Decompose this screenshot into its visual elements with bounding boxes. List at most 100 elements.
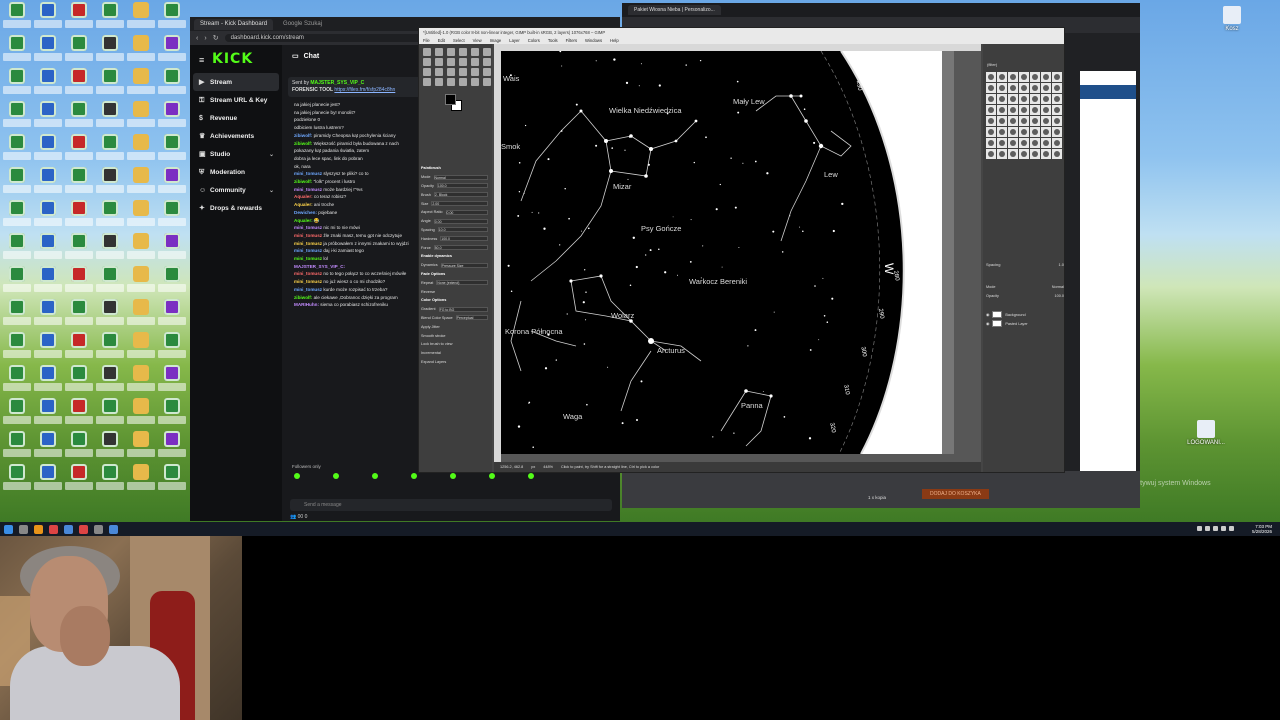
desktop-shortcut-icon[interactable]	[33, 2, 62, 35]
brush-preset[interactable]	[1052, 94, 1062, 104]
gimp-menu-item[interactable]: View	[473, 37, 482, 44]
gimp-menu-item[interactable]: Colors	[528, 37, 540, 44]
desktop-shortcut-icon[interactable]	[126, 398, 155, 431]
recycle-bin-icon[interactable]: Kosz	[1212, 6, 1252, 32]
gimp-tool-icon[interactable]	[435, 78, 443, 86]
brush-preset[interactable]	[1008, 127, 1018, 137]
desktop-shortcut-icon[interactable]	[64, 68, 93, 101]
desktop-shortcut-icon[interactable]	[33, 134, 62, 167]
brush-preset[interactable]	[997, 72, 1007, 82]
sidebar-item-community[interactable]: ☺ Community ⌄	[190, 181, 282, 199]
brush-preset[interactable]	[986, 116, 996, 126]
forward-icon[interactable]: ›	[204, 35, 206, 42]
gimp-tool-icon[interactable]	[447, 48, 455, 56]
tool-option-value[interactable]: 100.0	[440, 236, 488, 242]
desktop-shortcut-icon[interactable]	[95, 167, 124, 200]
pinned-link[interactable]: https://files.fm/f/sfp284c8hn	[334, 87, 395, 93]
desktop-shortcut-icon[interactable]	[95, 431, 124, 464]
chat-username[interactable]: zibiwolf:	[294, 295, 312, 300]
brush-preset[interactable]	[1041, 94, 1051, 104]
gimp-menu-item[interactable]: Tools	[548, 37, 558, 44]
brush-preset[interactable]	[997, 127, 1007, 137]
desktop-shortcut-icon[interactable]	[157, 35, 186, 68]
emote-icon[interactable]	[489, 473, 495, 479]
emote-icon[interactable]	[294, 473, 300, 479]
brush-preset[interactable]	[1030, 72, 1040, 82]
layer-item[interactable]: ◉ Background	[986, 310, 1064, 319]
chat-username[interactable]: Aqualer:	[294, 202, 313, 207]
kick-logo[interactable]: KICK	[212, 51, 282, 67]
desktop-shortcut-icon[interactable]	[95, 35, 124, 68]
brush-preset[interactable]	[1019, 149, 1029, 159]
desktop-shortcut-icon[interactable]	[95, 332, 124, 365]
chat-username[interactable]: zibiwolf:	[294, 133, 312, 138]
desktop-shortcut-icon[interactable]	[95, 2, 124, 35]
brush-preset[interactable]	[1030, 127, 1040, 137]
desktop-shortcut-icon[interactable]	[2, 35, 31, 68]
desktop-shortcut-icon[interactable]	[2, 431, 31, 464]
chat-input[interactable]: Send a message	[290, 499, 612, 511]
desktop-shortcut-icon[interactable]	[64, 464, 93, 497]
brush-preset[interactable]	[1052, 127, 1062, 137]
desktop-shortcut-icon[interactable]	[95, 365, 124, 398]
tab-kick-dashboard[interactable]: Stream - Kick Dashboard	[194, 18, 274, 30]
desktop-shortcut-icon[interactable]	[157, 398, 186, 431]
desktop-shortcut-icon[interactable]	[64, 266, 93, 299]
reload-icon[interactable]: ↻	[213, 34, 219, 42]
layer-opacity-field[interactable]: 100.0	[1054, 294, 1064, 298]
sidebar-item-studio[interactable]: ▣ Studio ⌄	[190, 145, 282, 163]
chat-username[interactable]: mini_tomusz	[294, 279, 322, 284]
desktop-shortcut-icon[interactable]	[64, 35, 93, 68]
desktop-shortcut-icon[interactable]	[126, 233, 155, 266]
desktop-shortcut-icon[interactable]	[33, 101, 62, 134]
desktop-shortcut-icon[interactable]	[33, 431, 62, 464]
chat-username[interactable]: mini_tomusz	[294, 225, 322, 230]
chat-username[interactable]: mini_tomusz	[294, 271, 322, 276]
desktop-shortcut-icon[interactable]	[64, 365, 93, 398]
brush-preset[interactable]	[1008, 116, 1018, 126]
desktop-shortcut-icon[interactable]	[33, 167, 62, 200]
desktop-shortcut-icon[interactable]	[33, 365, 62, 398]
tool-option-value[interactable]: 100.0	[436, 183, 488, 189]
desktop-shortcut-icon[interactable]	[33, 464, 62, 497]
desktop-shortcut-icon[interactable]	[126, 200, 155, 233]
brush-preset[interactable]	[1030, 116, 1040, 126]
desktop-shortcut-icon[interactable]	[157, 431, 186, 464]
desktop-shortcut-icon[interactable]	[157, 2, 186, 35]
gimp-tool-icon[interactable]	[471, 78, 479, 86]
gimp-tool-icon[interactable]	[435, 48, 443, 56]
sidebar-item-achievements[interactable]: ♛ Achievements	[190, 127, 282, 145]
gimp-menu-item[interactable]: File	[423, 37, 430, 44]
brush-preset[interactable]	[1030, 149, 1040, 159]
tool-option-value[interactable]: Pressure Size	[440, 262, 488, 268]
brush-preset[interactable]	[997, 149, 1007, 159]
brush-preset[interactable]	[1052, 72, 1062, 82]
sidebar-item-moderation[interactable]: ⛨ Moderation	[190, 163, 282, 181]
desktop-shortcut-icon[interactable]	[95, 398, 124, 431]
gimp-tool-icon[interactable]	[447, 68, 455, 76]
desktop-shortcut-icon[interactable]	[126, 68, 155, 101]
tool-option-value[interactable]: 0.00	[433, 218, 488, 224]
tool-option-value[interactable]: Perceptual	[455, 315, 488, 321]
brush-preset[interactable]	[1008, 149, 1018, 159]
chat-username[interactable]: Dewichen:	[294, 210, 317, 215]
brush-preset[interactable]	[1008, 72, 1018, 82]
sidebar-item-drops-rewards[interactable]: ✦ Drops & rewards	[190, 199, 282, 217]
desktop-shortcut-icon[interactable]	[2, 134, 31, 167]
eye-icon[interactable]: ◉	[986, 321, 989, 326]
brush-preset[interactable]	[1041, 127, 1051, 137]
desktop-shortcut-icon[interactable]	[2, 266, 31, 299]
brush-preset[interactable]	[1030, 94, 1040, 104]
gimp-tool-icon[interactable]	[459, 58, 467, 66]
desktop-shortcut-icon[interactable]	[95, 200, 124, 233]
brush-preset[interactable]	[1052, 149, 1062, 159]
desktop-shortcut-icon[interactable]	[2, 299, 31, 332]
desktop-shortcut-icon[interactable]	[33, 398, 62, 431]
brush-preset[interactable]	[1030, 83, 1040, 93]
desktop-shortcut-icon[interactable]	[157, 167, 186, 200]
desktop-shortcut-icon[interactable]	[2, 464, 31, 497]
gimp-menu-item[interactable]: Layer	[509, 37, 519, 44]
chat-username[interactable]: zibiwolf:	[294, 179, 312, 184]
chat-username[interactable]: mini_tomusz	[294, 248, 322, 253]
brush-preset[interactable]	[1019, 116, 1029, 126]
